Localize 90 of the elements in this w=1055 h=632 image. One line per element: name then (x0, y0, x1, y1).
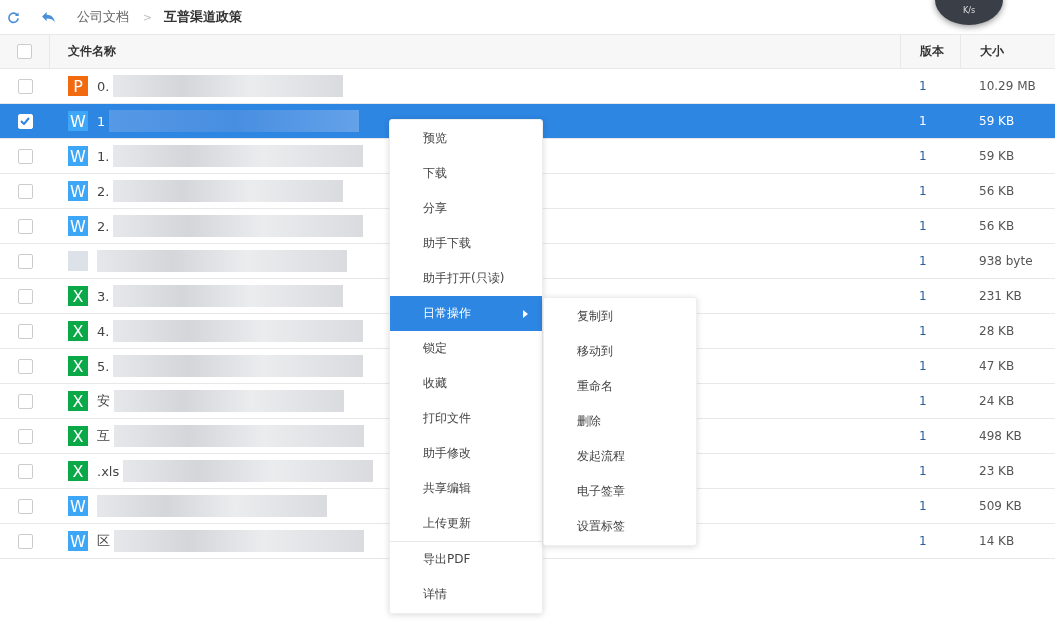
checkbox[interactable] (17, 323, 33, 339)
table-cell: 1 (919, 359, 927, 373)
menu-item[interactable]: 复制到 (544, 299, 696, 334)
table-cell: 1 (919, 79, 927, 93)
menu-item[interactable]: 发起流程 (544, 439, 696, 474)
menu-item[interactable]: 删除 (544, 404, 696, 439)
file-name: 区 (97, 532, 110, 550)
file-name: 4. (97, 323, 110, 339)
menu-item[interactable]: 收藏 (390, 366, 542, 401)
table-cell: 498 KB (979, 429, 1022, 443)
column-header: 文件名称 (68, 43, 116, 60)
table-cell: 1 (919, 184, 927, 198)
table-cell: 1 (919, 324, 927, 338)
table-cell: 24 KB (979, 394, 1015, 408)
table-cell: 1 (919, 289, 927, 303)
file-name: 2. (97, 218, 110, 234)
back-icon[interactable] (42, 11, 55, 23)
file-type-icon: W (68, 496, 88, 516)
file-name: 0. (97, 78, 110, 94)
file-name: 互 (97, 427, 110, 445)
file-type-icon: W (68, 531, 88, 551)
file-type-icon: X (68, 426, 88, 446)
checkbox[interactable] (17, 78, 33, 94)
file-name: 3. (97, 288, 110, 304)
table-cell: 1 (919, 429, 927, 443)
breadcrumb: 互普渠道政策 (164, 8, 243, 26)
table-cell: 59 KB (979, 149, 1015, 163)
checkbox[interactable] (17, 463, 33, 479)
file-type-icon: X (68, 321, 88, 341)
checkbox[interactable] (17, 183, 33, 199)
refresh-icon[interactable] (7, 10, 20, 24)
table-cell: 1 (919, 219, 927, 233)
column-header: 版本 (920, 43, 944, 60)
table-cell: 231 KB (979, 289, 1022, 303)
table-cell: 47 KB (979, 359, 1015, 373)
file-type-icon: W (68, 146, 88, 166)
file-type-icon: X (68, 461, 88, 481)
file-name: 2. (97, 183, 110, 199)
checkbox[interactable] (17, 288, 33, 304)
table-cell: 14 KB (979, 534, 1015, 548)
file-icon (68, 251, 88, 271)
table-cell: 28 KB (979, 324, 1015, 338)
file-type-icon: W (68, 111, 88, 131)
file-type-icon: W (68, 181, 88, 201)
column-header: 大小 (980, 43, 1004, 60)
checkbox[interactable] (17, 358, 33, 374)
table-cell: 59 KB (979, 114, 1015, 128)
file-type-icon: P (68, 76, 88, 96)
checkbox[interactable] (17, 44, 32, 59)
table-cell: 1 (919, 534, 927, 548)
table-cell: 1 (919, 149, 927, 163)
table-cell: 56 KB (979, 219, 1015, 233)
menu-item[interactable]: 详情 (390, 577, 542, 612)
table-cell: 938 byte (979, 254, 1033, 268)
menu-item[interactable]: 日常操作 (390, 296, 542, 331)
file-type-icon: X (68, 391, 88, 411)
checkbox[interactable] (17, 393, 33, 409)
breadcrumb-separator: > (143, 10, 153, 24)
file-name: 安 (97, 392, 110, 410)
menu-item[interactable]: 打印文件 (390, 401, 542, 436)
file-type-icon: X (68, 356, 88, 376)
file-type-icon: X (68, 286, 88, 306)
table-cell: 1 (919, 464, 927, 478)
menu-item[interactable]: 电子签章 (544, 474, 696, 509)
table-cell: 1 (919, 394, 927, 408)
checkbox[interactable] (17, 428, 33, 444)
file-name: 5. (97, 358, 110, 374)
menu-item[interactable]: 重命名 (544, 369, 696, 404)
table-cell: 1 (919, 114, 927, 128)
menu-item[interactable]: 助手修改 (390, 436, 542, 471)
table-cell: 56 KB (979, 184, 1015, 198)
checkbox[interactable] (17, 253, 33, 269)
file-name: 1 (97, 113, 106, 129)
checkbox[interactable] (17, 148, 33, 164)
file-name: .xls (97, 463, 120, 479)
menu-item[interactable]: 共享编辑 (390, 471, 542, 506)
menu-item[interactable]: 移动到 (544, 334, 696, 369)
table-cell: 509 KB (979, 499, 1022, 513)
checkbox[interactable] (17, 533, 33, 549)
file-type-icon: W (68, 216, 88, 236)
speed-widget: K/s (935, 0, 1003, 25)
table-cell: 23 KB (979, 464, 1015, 478)
checkbox[interactable] (17, 498, 33, 514)
menu-item[interactable]: 锁定 (390, 331, 542, 366)
table-cell: 1 (919, 499, 927, 513)
file-name: 1. (97, 148, 110, 164)
table-cell: 10.29 MB (979, 79, 1036, 93)
breadcrumb[interactable]: 公司文档 (77, 8, 129, 26)
table-cell: 1 (919, 254, 927, 268)
checkbox[interactable] (17, 218, 33, 234)
